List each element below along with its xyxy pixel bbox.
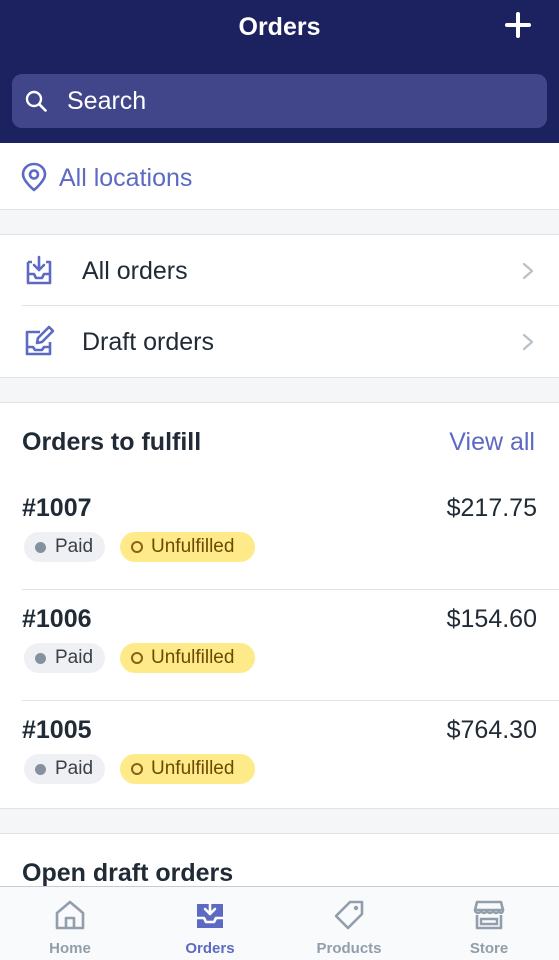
section-title: Open draft orders (22, 859, 234, 887)
tab-label: Products (316, 940, 382, 957)
payment-status-badge: Paid (24, 643, 105, 673)
location-filter[interactable]: All locations (0, 143, 559, 210)
chevron-right-icon (522, 262, 534, 280)
orders-icon (197, 901, 223, 928)
home-icon (55, 900, 85, 930)
tab-orders[interactable]: Orders (140, 887, 280, 960)
payment-status-badge: Paid (24, 754, 105, 784)
fulfillment-status-badge: Unfulfilled (120, 532, 255, 562)
inbox-download-icon (26, 255, 52, 285)
order-row[interactable]: #1005 $764.30 Paid Unfulfilled (0, 701, 559, 812)
tab-store[interactable]: Store (419, 887, 559, 960)
payment-status-label: Paid (55, 647, 94, 668)
location-label: All locations (59, 164, 193, 192)
status-ring-icon (131, 763, 143, 775)
payment-status-badge: Paid (24, 532, 105, 562)
order-number: #1006 (22, 605, 92, 633)
store-icon (473, 900, 505, 930)
page-title: Orders (238, 13, 321, 41)
orders-to-fulfill-card: Orders to fulfill View all #1007 $217.75… (0, 402, 559, 809)
draft-orders-item[interactable]: Draft orders (0, 306, 559, 377)
status-dot-icon (35, 764, 46, 775)
tab-products[interactable]: Products (279, 887, 419, 960)
status-ring-icon (131, 541, 143, 553)
fulfillment-status-badge: Unfulfilled (120, 754, 255, 784)
status-ring-icon (131, 652, 143, 664)
search-input[interactable]: Search (12, 74, 547, 128)
fulfillment-status-label: Unfulfilled (151, 536, 235, 557)
view-all-link[interactable]: View all (449, 427, 535, 457)
tag-icon (334, 900, 364, 930)
chevron-right-icon (522, 333, 534, 351)
payment-status-label: Paid (55, 536, 94, 557)
order-row[interactable]: #1007 $217.75 Paid Unfulfilled (0, 479, 559, 590)
fulfillment-status-badge: Unfulfilled (120, 643, 255, 673)
add-order-button[interactable] (503, 10, 533, 40)
order-total: $764.30 (446, 716, 537, 744)
app-header: Orders Search (0, 0, 559, 143)
status-dot-icon (35, 653, 46, 664)
search-placeholder: Search (67, 87, 147, 115)
open-draft-orders-card: Open draft orders (0, 833, 559, 893)
order-total: $154.60 (446, 605, 537, 633)
section-title: Orders to fulfill (22, 428, 202, 456)
order-number: #1007 (22, 494, 92, 522)
tab-home[interactable]: Home (0, 887, 140, 960)
draft-orders-label: Draft orders (82, 328, 214, 356)
draft-edit-icon (25, 325, 55, 356)
bottom-tab-bar: Home Orders Products Store (0, 886, 559, 960)
fulfillment-status-label: Unfulfilled (151, 647, 235, 668)
order-total: $217.75 (446, 494, 537, 522)
search-icon (25, 90, 47, 112)
status-dot-icon (35, 542, 46, 553)
tab-label: Home (49, 940, 91, 957)
tab-label: Store (469, 940, 509, 957)
orders-nav-card: All orders Draft orders (0, 234, 559, 378)
tab-label: Orders (185, 940, 235, 957)
all-orders-label: All orders (82, 257, 188, 285)
order-row[interactable]: #1006 $154.60 Paid Unfulfilled (0, 590, 559, 701)
fulfillment-status-label: Unfulfilled (151, 758, 235, 779)
payment-status-label: Paid (55, 758, 94, 779)
order-number: #1005 (22, 716, 92, 744)
all-orders-item[interactable]: All orders (0, 235, 559, 306)
location-pin-icon (21, 162, 47, 192)
